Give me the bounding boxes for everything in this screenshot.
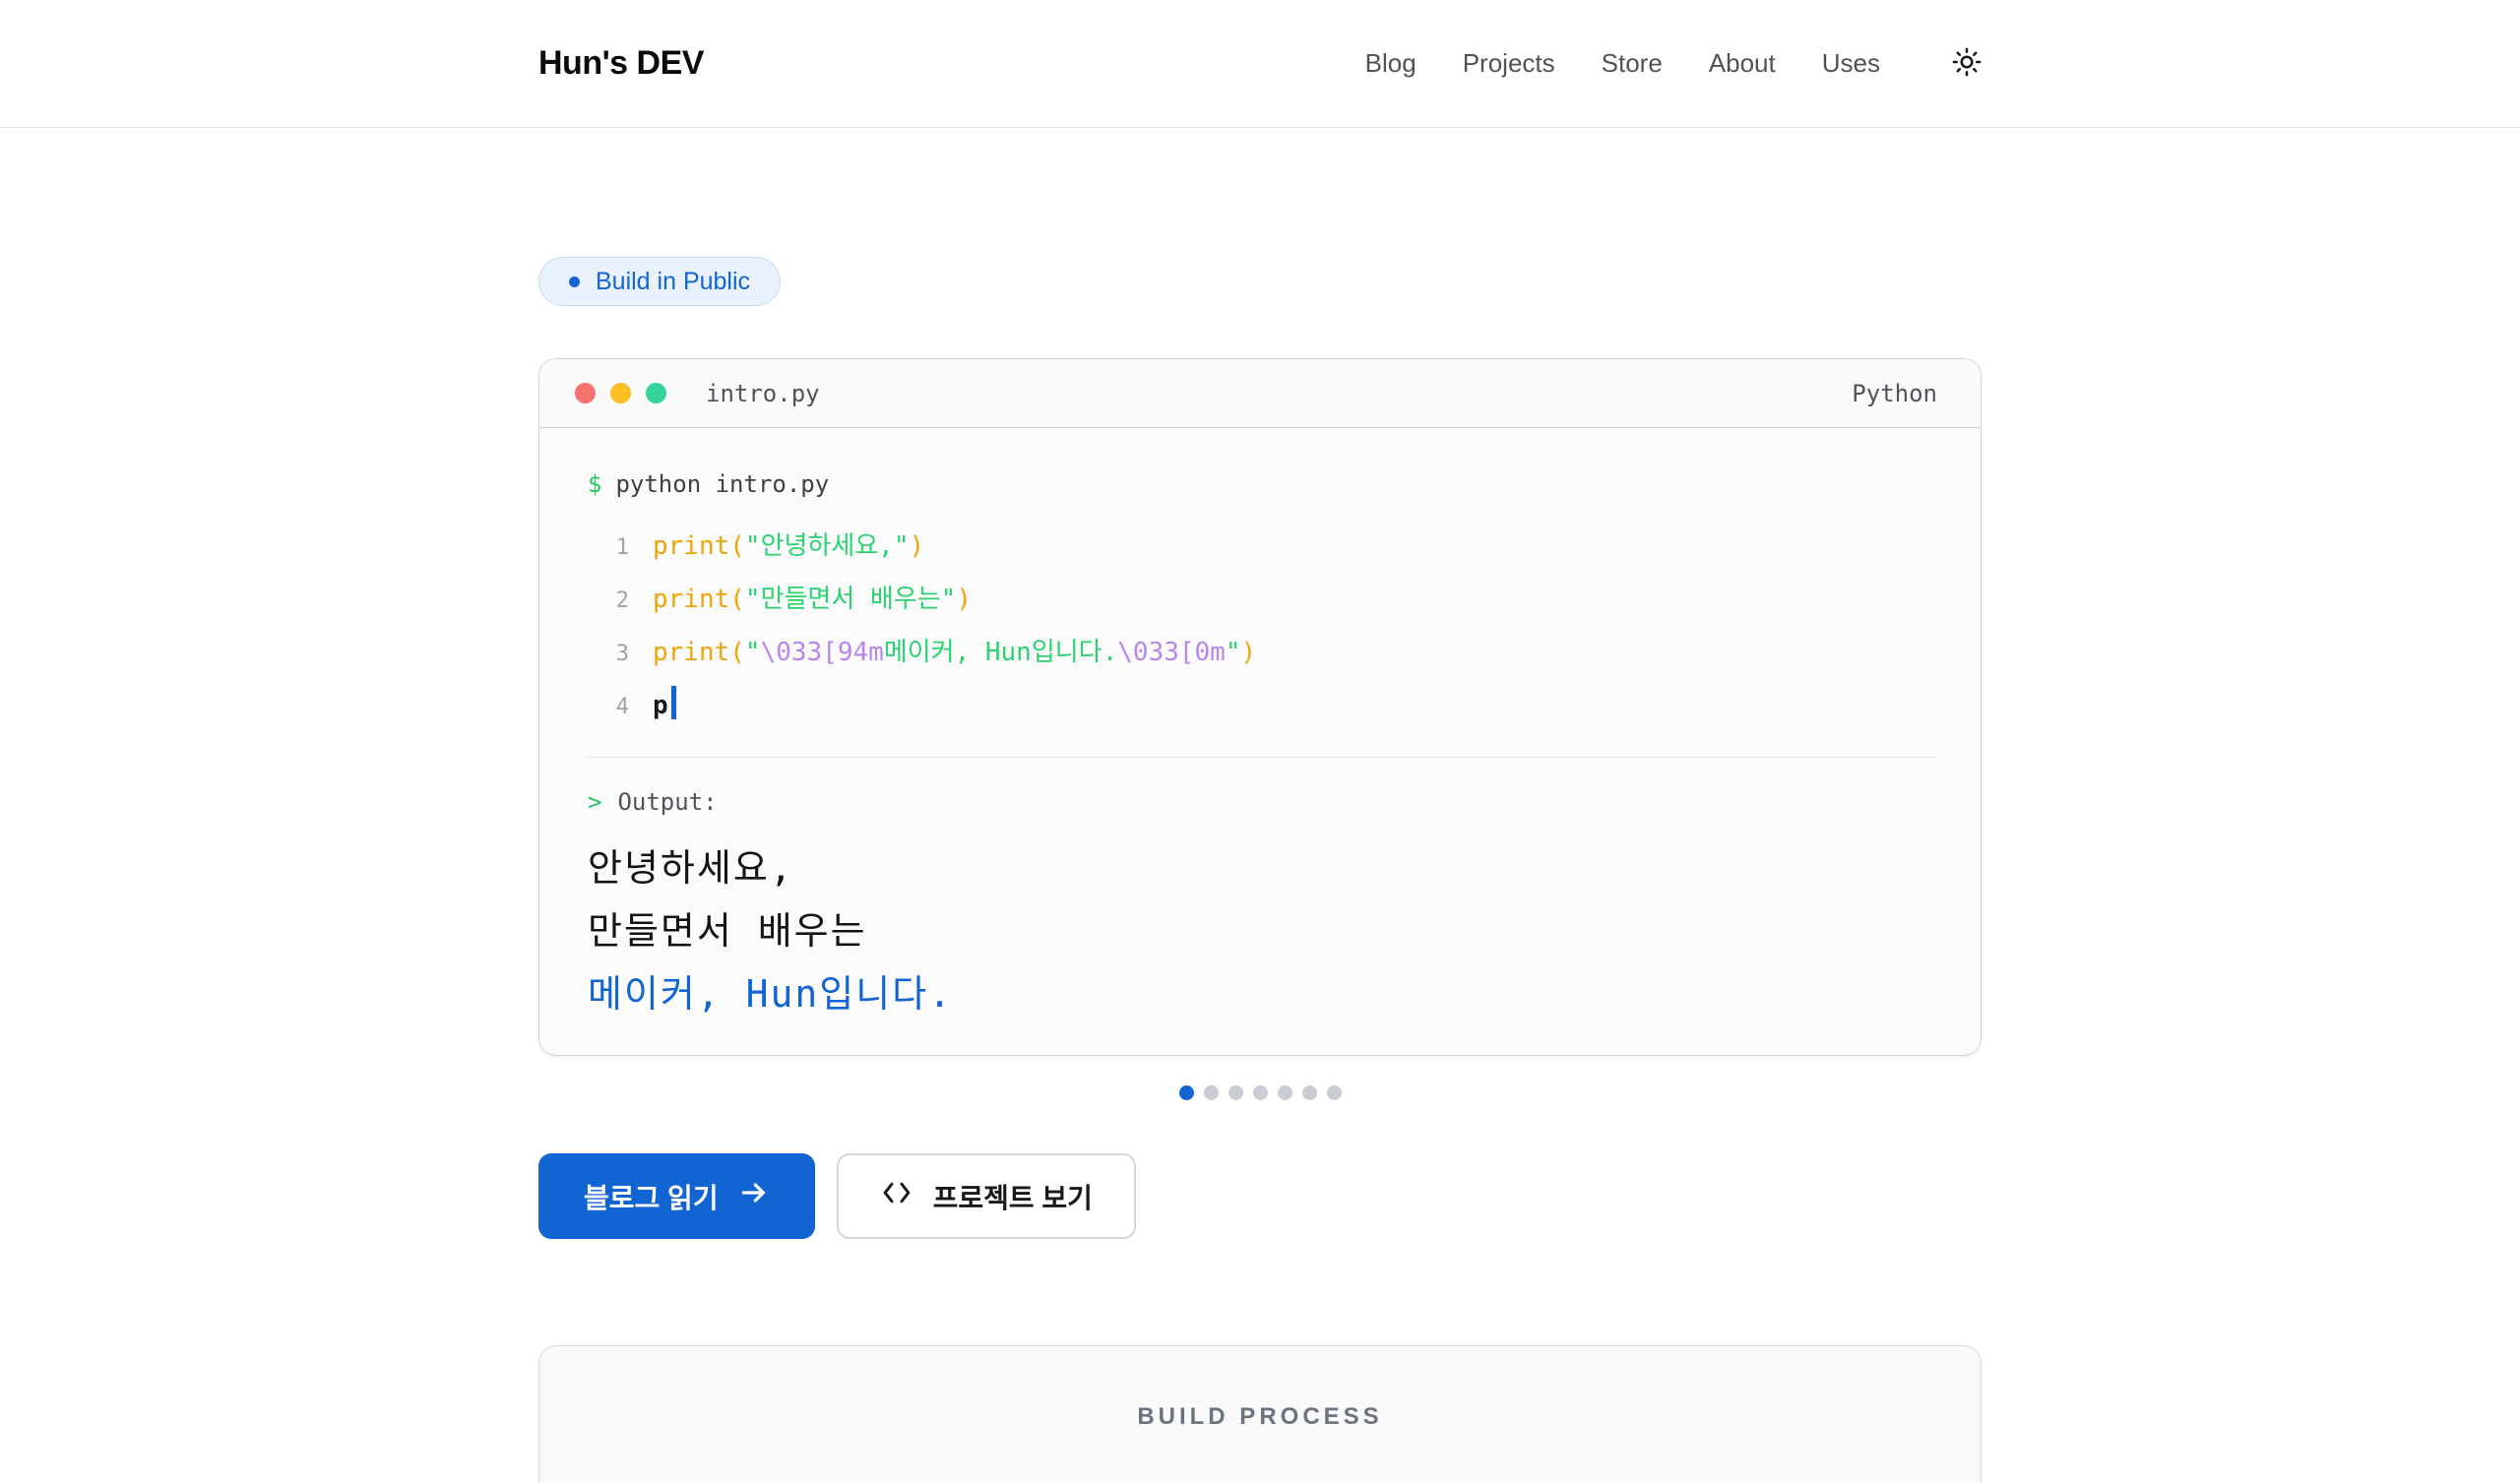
nav-link-uses[interactable]: Uses: [1822, 48, 1880, 79]
code-lines: 1 print("안녕하세요,") 2 print("만들면서 배우는") 3 …: [588, 521, 1937, 733]
window-close-icon[interactable]: [575, 383, 596, 403]
sun-icon: [1952, 47, 1982, 80]
code-line: 2 print("만들면서 배우는"): [588, 574, 1937, 627]
window-body: $python intro.py 1 print("안녕하세요,") 2 pri…: [539, 428, 1981, 1055]
code-token: ): [956, 585, 972, 614]
text-cursor: [671, 686, 676, 719]
carousel-dot[interactable]: [1228, 1085, 1243, 1100]
code-token: \033[0m: [1117, 638, 1226, 667]
terminal-command: $ python intro.py: [588, 469, 1937, 499]
carousel-dot-active[interactable]: [1179, 1085, 1194, 1100]
badge-dot-icon: [569, 277, 580, 287]
build-in-public-badge: Build in Public: [538, 257, 781, 306]
window-language-label: Python: [1852, 380, 1937, 407]
output-line: 만들면서 배우는: [588, 899, 1937, 962]
line-number: 4: [588, 682, 629, 733]
build-process-title: BUILD PROCESS: [539, 1403, 1981, 1431]
nav-link-projects[interactable]: Projects: [1463, 48, 1555, 79]
theme-toggle-button[interactable]: [1952, 47, 1982, 80]
arrow-right-icon: [738, 1177, 770, 1215]
line-number: 1: [588, 523, 629, 574]
code-token: ": [745, 638, 761, 667]
hero-actions: 블로그 읽기 프로젝트 보기: [538, 1153, 1982, 1239]
carousel-dots: [538, 1085, 1982, 1100]
chevron-prompt: >: [588, 788, 601, 816]
hero-section: Build in Public intro.py Python $ python …: [538, 128, 1982, 1483]
window-maximize-icon[interactable]: [646, 383, 666, 403]
read-blog-button[interactable]: 블로그 읽기: [538, 1153, 815, 1239]
badge-label: Build in Public: [596, 268, 750, 296]
code-line: 4 p: [588, 680, 1937, 733]
line-number: 2: [588, 576, 629, 627]
dollar-prompt: $: [588, 470, 601, 498]
output-label: > Output:: [588, 787, 1937, 817]
code-token: print(: [653, 531, 745, 561]
code-token: \033[94m: [761, 638, 884, 667]
window-filename: intro.py: [706, 380, 820, 407]
output-divider: [588, 757, 1937, 758]
build-process-card: BUILD PROCESS: [538, 1345, 1982, 1483]
output-lines: 안녕하세요, 만들면서 배우는 메이커, Hun입니다.: [588, 836, 1937, 1025]
code-token: print(: [653, 585, 745, 614]
code-icon: [880, 1178, 914, 1214]
view-projects-button[interactable]: 프로젝트 보기: [837, 1153, 1136, 1239]
site-header: Hun's DEV Blog Projects Store About Uses: [0, 0, 2520, 128]
nav-link-blog[interactable]: Blog: [1365, 48, 1417, 79]
window-minimize-icon[interactable]: [610, 383, 631, 403]
output-line-highlighted: 메이커, Hun입니다.: [588, 962, 1937, 1025]
carousel-dot[interactable]: [1278, 1085, 1292, 1100]
carousel-dot[interactable]: [1253, 1085, 1268, 1100]
nav-link-about[interactable]: About: [1709, 48, 1776, 79]
code-token: ": [1226, 638, 1241, 667]
code-token: p: [653, 691, 668, 720]
code-line: 3 print("\033[94m메이커, Hun입니다.\033[0m"): [588, 627, 1937, 680]
carousel-dot[interactable]: [1204, 1085, 1219, 1100]
main-nav: Blog Projects Store About Uses: [1365, 47, 1982, 80]
read-blog-label: 블로그 읽기: [584, 1177, 719, 1216]
command-text: python intro.py: [615, 470, 829, 498]
code-token: print(: [653, 638, 745, 667]
carousel-dot[interactable]: [1327, 1085, 1342, 1100]
code-token: ): [909, 531, 924, 561]
carousel-dot[interactable]: [1302, 1085, 1317, 1100]
code-line: 1 print("안녕하세요,"): [588, 521, 1937, 574]
code-token: "안녕하세요,": [745, 531, 910, 561]
line-number: 3: [588, 629, 629, 680]
code-token: "만들면서 배우는": [745, 585, 956, 614]
nav-link-store[interactable]: Store: [1602, 48, 1663, 79]
code-token: ): [1241, 638, 1257, 667]
code-token: 메이커, Hun입니다.: [884, 638, 1117, 667]
output-label-text: Output:: [617, 788, 717, 816]
output-line: 안녕하세요,: [588, 836, 1937, 899]
window-titlebar: intro.py Python: [539, 359, 1981, 428]
view-projects-label: 프로젝트 보기: [933, 1177, 1093, 1216]
code-editor-window: intro.py Python $ python intro.py 1 print…: [538, 358, 1982, 1056]
site-logo[interactable]: Hun's DEV: [538, 44, 704, 83]
